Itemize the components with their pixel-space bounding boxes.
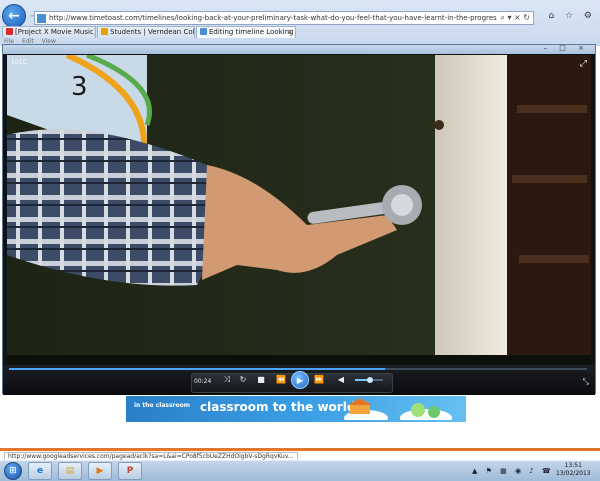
clock[interactable]: 13:51 13/02/2013 bbox=[556, 462, 591, 478]
browser-toolbar-icons[interactable]: ⌂ ☆ ⚙ bbox=[548, 11, 596, 21]
play-button[interactable]: ▶ bbox=[291, 371, 309, 389]
powerpoint-icon: P bbox=[126, 466, 134, 476]
system-tray-icons[interactable]: ▲ ⚑ ▦ ◉ ♪ ☎ bbox=[472, 467, 554, 475]
browser-chrome: ← → http://www.timetoast.com/timelines/l… bbox=[0, 0, 600, 47]
shuffle-icon[interactable]: ⤨ bbox=[221, 375, 233, 385]
svg-text:3: 3 bbox=[71, 72, 88, 102]
media-player-window[interactable]: – □ × 3 101C ⤢ 00:24 ⤨ ↻ ■ ⏪ ▶ ⏩ ◀ ⤡ bbox=[2, 44, 596, 395]
close-tab-icon[interactable]: × bbox=[287, 27, 293, 38]
site-favicon-icon bbox=[37, 13, 46, 23]
clock-date: 13/02/2013 bbox=[556, 470, 591, 477]
player-controls: 00:24 ⤨ ↻ ■ ⏪ ▶ ⏩ ◀ ⤡ bbox=[3, 365, 595, 395]
tab-label: Editing timeline Looking ba... bbox=[209, 28, 295, 36]
windows-logo-icon: ⊞ bbox=[9, 466, 17, 476]
taskbar: ⊞ e ▤ ▶ P ▲ ⚑ ▦ ◉ ♪ ☎ 13:51 13/02/2013 bbox=[0, 460, 600, 481]
page-divider bbox=[0, 448, 600, 451]
previous-icon[interactable]: ⏪ bbox=[275, 375, 287, 384]
clock-time: 13:51 bbox=[564, 462, 582, 469]
tab-editing-timeline[interactable]: Editing timeline Looking ba... × bbox=[196, 26, 296, 38]
address-bar[interactable]: http://www.timetoast.com/timelines/looki… bbox=[34, 11, 534, 25]
video-frame: 3 bbox=[7, 55, 591, 365]
tab-students[interactable]: Students | Verndean College, B... bbox=[97, 26, 195, 38]
start-button[interactable]: ⊞ bbox=[4, 462, 22, 480]
internet-explorer-icon: e bbox=[36, 466, 44, 476]
folder-icon: ▤ bbox=[65, 466, 75, 476]
elapsed-time: 00:24 bbox=[194, 378, 212, 385]
taskbar-media-player[interactable]: ▶ bbox=[88, 462, 112, 480]
timetoast-icon bbox=[200, 28, 207, 35]
back-button[interactable]: ← bbox=[2, 4, 26, 28]
address-actions-icons[interactable]: ⌕ ▾ × ↻ bbox=[497, 13, 533, 23]
site-icon bbox=[101, 28, 108, 35]
seek-progress bbox=[9, 368, 385, 370]
video-area[interactable]: 3 101C ⤢ bbox=[7, 55, 591, 365]
stop-icon[interactable]: ■ bbox=[255, 375, 267, 384]
video-overlay-label: 101C bbox=[11, 59, 27, 66]
ad-banner[interactable]: in the classroom classroom to the world bbox=[126, 396, 466, 422]
switch-to-library-icon[interactable]: ⤡ bbox=[583, 377, 589, 387]
player-window-controls[interactable]: – □ × bbox=[544, 44, 589, 52]
tab-label: [Project X Movie Music] Heads... bbox=[15, 28, 96, 36]
volume-slider[interactable] bbox=[355, 377, 383, 383]
taskbar-windows-explorer[interactable]: ▤ bbox=[58, 462, 82, 480]
tab-label: Students | Verndean College, B... bbox=[110, 28, 195, 36]
next-icon[interactable]: ⏩ bbox=[313, 375, 325, 384]
player-titlebar[interactable]: – □ × bbox=[3, 44, 595, 54]
repeat-icon[interactable]: ↻ bbox=[237, 375, 249, 384]
media-player-icon: ▶ bbox=[96, 466, 104, 476]
youtube-icon bbox=[6, 28, 13, 35]
ad-illustration bbox=[344, 398, 452, 420]
back-arrow-icon: ← bbox=[8, 8, 20, 24]
seek-bar[interactable] bbox=[9, 368, 587, 370]
volume-icon[interactable]: ◀ bbox=[335, 375, 347, 384]
tab-project-x[interactable]: [Project X Movie Music] Heads... bbox=[2, 26, 96, 38]
url-text[interactable]: http://www.timetoast.com/timelines/looki… bbox=[49, 14, 497, 22]
tab-strip: [Project X Movie Music] Heads... Student… bbox=[0, 26, 600, 38]
play-icon: ▶ bbox=[296, 375, 304, 385]
fullscreen-icon[interactable]: ⤢ bbox=[580, 59, 587, 69]
ad-small-text: in the classroom bbox=[134, 402, 190, 409]
taskbar-internet-explorer[interactable]: e bbox=[28, 462, 52, 480]
taskbar-powerpoint[interactable]: P bbox=[118, 462, 142, 480]
